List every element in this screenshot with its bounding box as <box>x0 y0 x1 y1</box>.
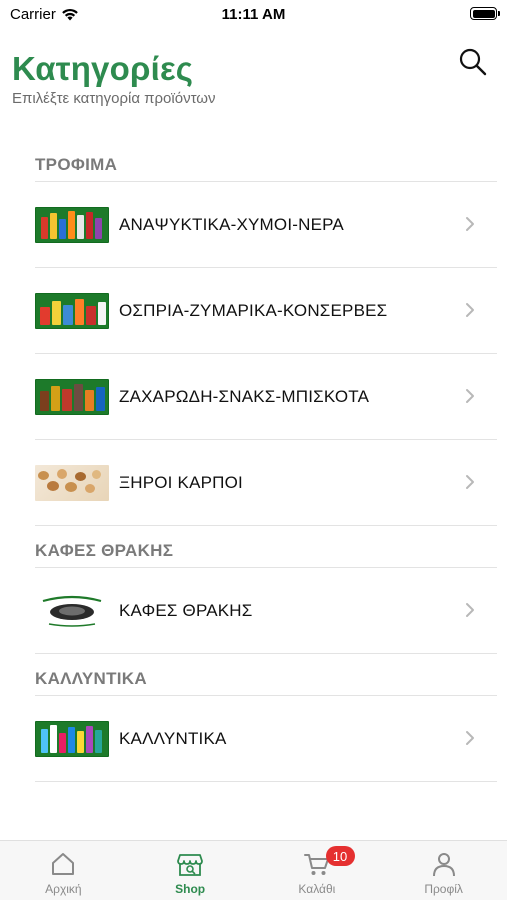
chevron-right-icon <box>466 389 474 403</box>
chevron-right-icon <box>466 303 474 317</box>
category-label: ΞΗΡΟΙ ΚΑΡΠΟΙ <box>119 472 243 492</box>
category-row-ospria[interactable]: ΟΣΠΡΙΑ-ΖΥΜΑΡΙΚΑ-ΚΟΝΣΕΡΒΕΣ <box>35 268 497 354</box>
category-list: ΤΡΟΦΙΜΑ ΑΝΑΨΥΚΤΙΚΑ-ΧΥΜΟΙ-ΝΕΡΑ ΟΣΠΡΙΑ-ΖΥΜ… <box>0 140 507 782</box>
cart-badge: 10 <box>325 846 355 866</box>
tab-label: Αρχική <box>45 882 82 896</box>
status-time: 11:11 AM <box>221 6 286 23</box>
status-bar: Carrier 11:11 AM <box>0 0 507 30</box>
tab-shop[interactable]: Shop <box>127 841 254 900</box>
search-icon[interactable] <box>457 46 489 78</box>
tab-label: Shop <box>175 882 206 896</box>
home-icon <box>52 853 75 875</box>
category-thumbnail <box>35 206 109 243</box>
chevron-right-icon <box>466 475 474 489</box>
tab-cart[interactable]: 10 Καλάθι <box>254 841 381 900</box>
tab-label: Καλάθι <box>298 882 336 896</box>
category-label: ΖΑΧΑΡΩΔΗ-ΣΝΑΚΣ-ΜΠΙΣΚΟΤΑ <box>119 386 370 406</box>
category-row-xiroi-karpoi[interactable]: ΞΗΡΟΙ ΚΑΡΠΟΙ <box>35 440 497 526</box>
tab-bar: Αρχική Shop 10 Καλάθι Προφίλ <box>0 840 507 900</box>
chevron-right-icon <box>466 731 474 745</box>
page-title: Κατηγορίες <box>12 50 194 87</box>
category-row-anapsyktika[interactable]: ΑΝΑΨΥΚΤΙΚΑ-ΧΥΜΟΙ-ΝΕΡΑ <box>35 182 497 268</box>
page-subtitle: Επιλέξτε κατηγορία προϊόντων <box>12 90 216 107</box>
shop-icon <box>177 854 204 876</box>
category-row-zaxarodi[interactable]: ΖΑΧΑΡΩΔΗ-ΣΝΑΚΣ-ΜΠΙΣΚΟΤΑ <box>35 354 497 440</box>
coffee-logo-image <box>35 592 109 629</box>
chevron-right-icon <box>466 217 474 231</box>
category-thumbnail <box>35 292 109 329</box>
tab-profile[interactable]: Προφίλ <box>380 841 507 900</box>
category-label: ΑΝΑΨΥΚΤΙΚΑ-ΧΥΜΟΙ-ΝΕΡΑ <box>119 214 344 234</box>
tab-home[interactable]: Αρχική <box>0 841 127 900</box>
profile-icon <box>432 853 455 877</box>
category-label: ΟΣΠΡΙΑ-ΖΥΜΑΡΙΚΑ-ΚΟΝΣΕΡΒΕΣ <box>119 300 388 320</box>
section-header-trofima: ΤΡΟΦΙΜΑ <box>35 140 497 182</box>
category-row-kallyntika[interactable]: ΚΑΛΛΥΝΤΙΚΑ <box>35 696 497 782</box>
section-header-kallyntika: ΚΑΛΛΥΝΤΙΚΑ <box>35 654 497 696</box>
category-label: ΚΑΛΛΥΝΤΙΚΑ <box>119 728 227 748</box>
category-thumbnail <box>35 464 109 501</box>
category-thumbnail <box>35 720 109 757</box>
chevron-right-icon <box>466 603 474 617</box>
category-thumbnail <box>35 378 109 415</box>
battery-icon <box>470 7 500 20</box>
section-header-kafes-thrakis: ΚΑΦΕΣ ΘΡΑΚΗΣ <box>35 526 497 568</box>
tab-label: Προφίλ <box>424 882 463 896</box>
page-header: Κατηγορίες Επιλέξτε κατηγορία προϊόντων <box>12 48 495 118</box>
category-label: ΚΑΦΕΣ ΘΡΑΚΗΣ <box>119 600 253 620</box>
category-row-kafes-thrakis[interactable]: ΚΑΦΕΣ ΘΡΑΚΗΣ <box>35 568 497 654</box>
